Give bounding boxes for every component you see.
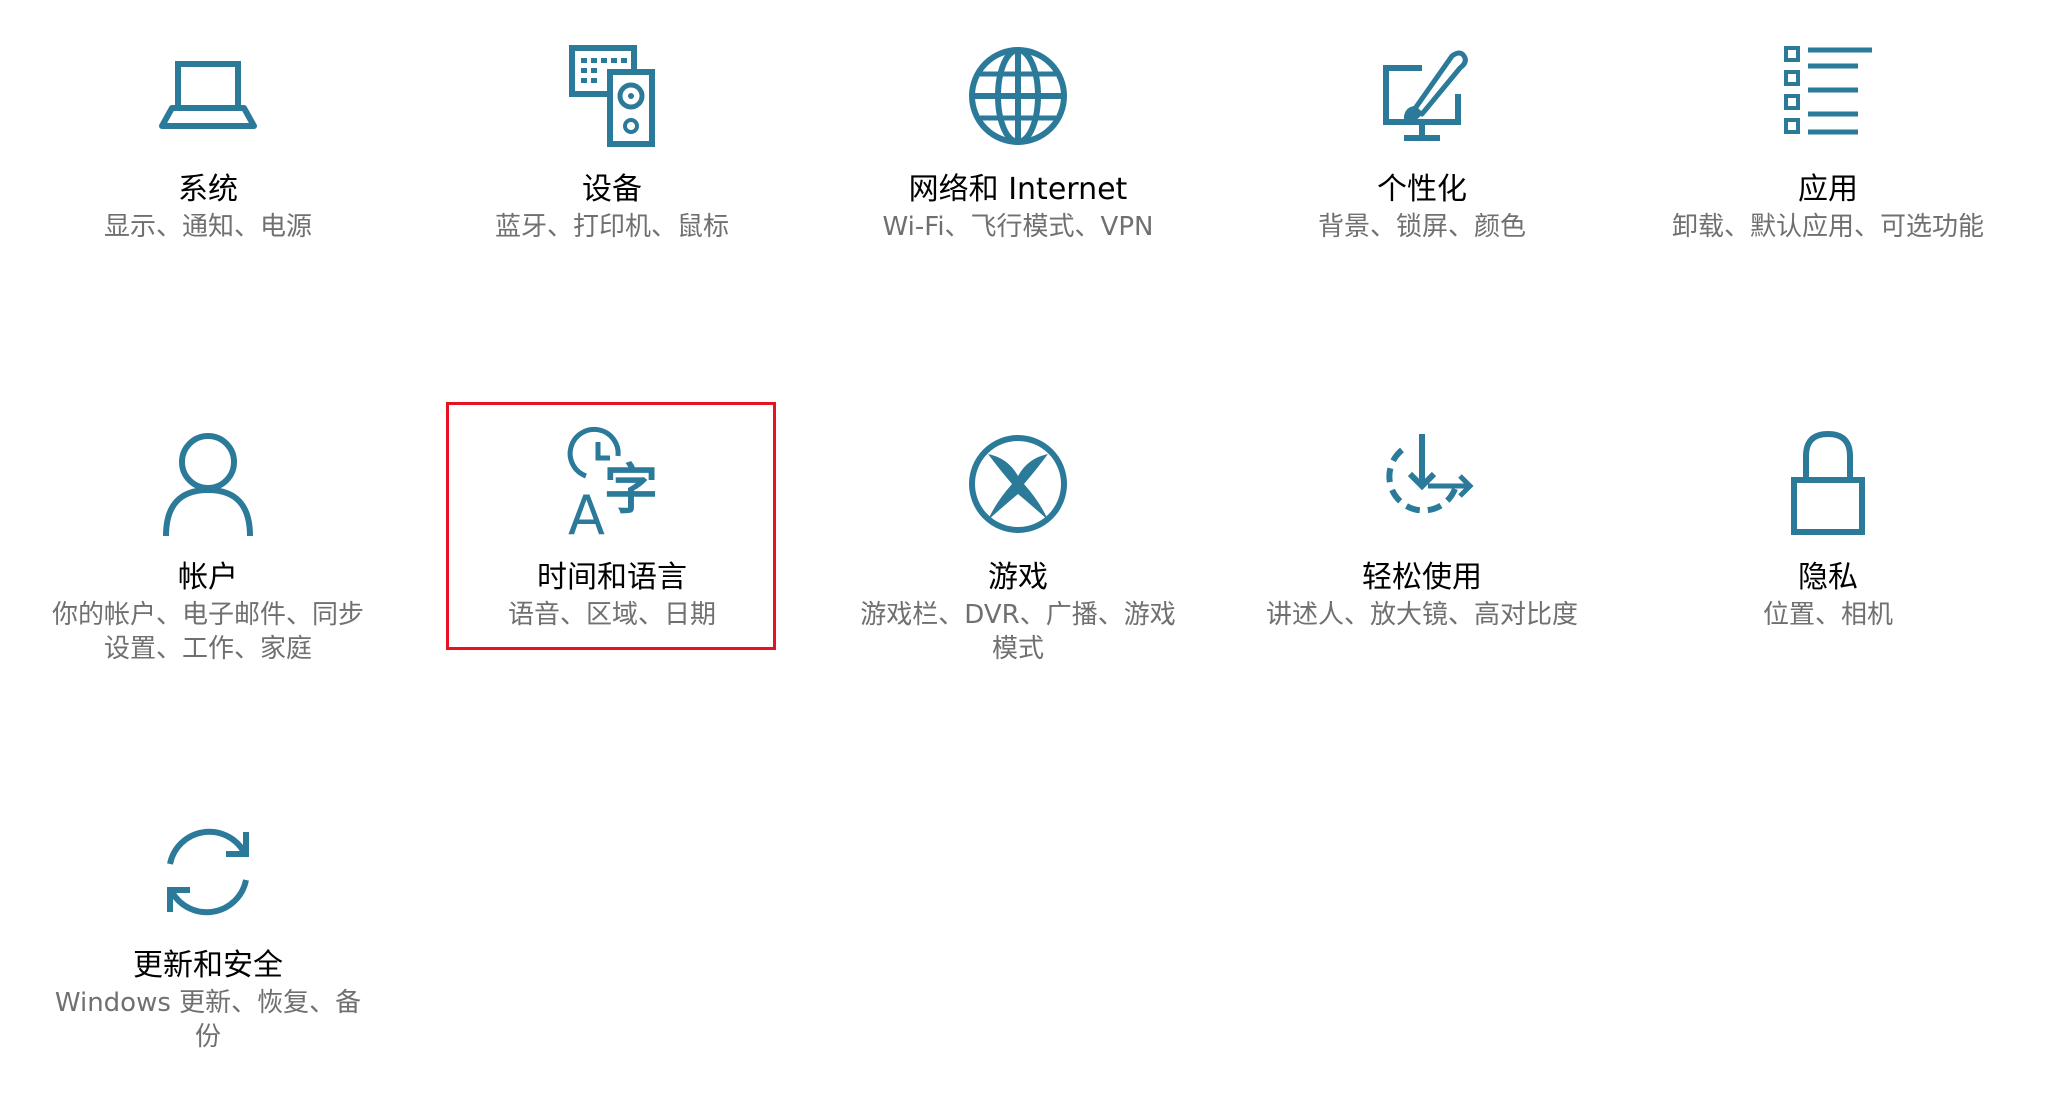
tile-description: 你的帐户、电子邮件、同步设置、工作、家庭 bbox=[51, 600, 364, 664]
laptop-icon bbox=[148, 36, 268, 156]
lock-icon bbox=[1768, 424, 1888, 544]
settings-tile-network[interactable]: 网络和 Internet Wi-Fi、飞行模式、VPN bbox=[848, 36, 1188, 244]
tile-description: 背景、锁屏、颜色 bbox=[1317, 212, 1526, 242]
tile-title: 轻松使用 bbox=[1362, 560, 1482, 595]
personalization-icon bbox=[1362, 36, 1482, 156]
svg-text:字: 字 bbox=[604, 458, 658, 521]
tile-title: 设备 bbox=[582, 172, 642, 207]
tile-title: 帐户 bbox=[178, 560, 238, 595]
settings-tile-system[interactable]: 系统 显示、通知、电源 bbox=[38, 36, 378, 244]
time-language-icon: A 字 bbox=[552, 424, 672, 544]
settings-tile-apps[interactable]: 应用 卸载、默认应用、可选功能 bbox=[1658, 36, 1998, 244]
tile-description: 讲述人、放大镜、高对比度 bbox=[1265, 600, 1578, 630]
settings-tile-update-security[interactable]: 更新和安全 Windows 更新、恢复、备份 bbox=[38, 812, 378, 1054]
tile-description: 位置、相机 bbox=[1762, 600, 1893, 630]
settings-tile-personalization[interactable]: 个性化 背景、锁屏、颜色 bbox=[1252, 36, 1592, 244]
settings-tile-time-language[interactable]: A 字 时间和语言 语音、区域、日期 bbox=[442, 424, 782, 632]
globe-icon bbox=[958, 36, 1078, 156]
tile-description: 显示、通知、电源 bbox=[103, 212, 312, 242]
sync-icon bbox=[148, 812, 268, 932]
tile-title: 隐私 bbox=[1798, 560, 1858, 595]
tile-description: 蓝牙、打印机、鼠标 bbox=[494, 212, 729, 242]
settings-tile-privacy[interactable]: 隐私 位置、相机 bbox=[1658, 424, 1998, 632]
person-icon bbox=[148, 424, 268, 544]
tile-description: Wi-Fi、飞行模式、VPN bbox=[882, 212, 1154, 242]
xbox-icon bbox=[958, 424, 1078, 544]
tile-title: 网络和 Internet bbox=[908, 172, 1128, 207]
tile-title: 更新和安全 bbox=[133, 948, 283, 983]
tile-description: 游戏栏、DVR、广播、游戏模式 bbox=[860, 600, 1176, 664]
devices-icon bbox=[552, 36, 672, 156]
tile-title: 游戏 bbox=[988, 560, 1048, 595]
settings-tile-ease-of-access[interactable]: 轻松使用 讲述人、放大镜、高对比度 bbox=[1252, 424, 1592, 632]
settings-tile-devices[interactable]: 设备 蓝牙、打印机、鼠标 bbox=[442, 36, 782, 244]
settings-tile-accounts[interactable]: 帐户 你的帐户、电子邮件、同步设置、工作、家庭 bbox=[38, 424, 378, 666]
tile-description: 语音、区域、日期 bbox=[507, 600, 716, 630]
tile-title: 个性化 bbox=[1377, 172, 1467, 207]
tile-title: 时间和语言 bbox=[537, 560, 687, 595]
svg-text:A: A bbox=[568, 484, 605, 544]
ease-of-access-icon bbox=[1362, 424, 1482, 544]
settings-tile-gaming[interactable]: 游戏 游戏栏、DVR、广播、游戏模式 bbox=[848, 424, 1188, 666]
tile-title: 应用 bbox=[1798, 172, 1858, 207]
tile-title: 系统 bbox=[178, 172, 238, 207]
tile-description: Windows 更新、恢复、备份 bbox=[54, 988, 362, 1052]
tile-description: 卸载、默认应用、可选功能 bbox=[1671, 212, 1984, 242]
apps-list-icon bbox=[1768, 36, 1888, 156]
